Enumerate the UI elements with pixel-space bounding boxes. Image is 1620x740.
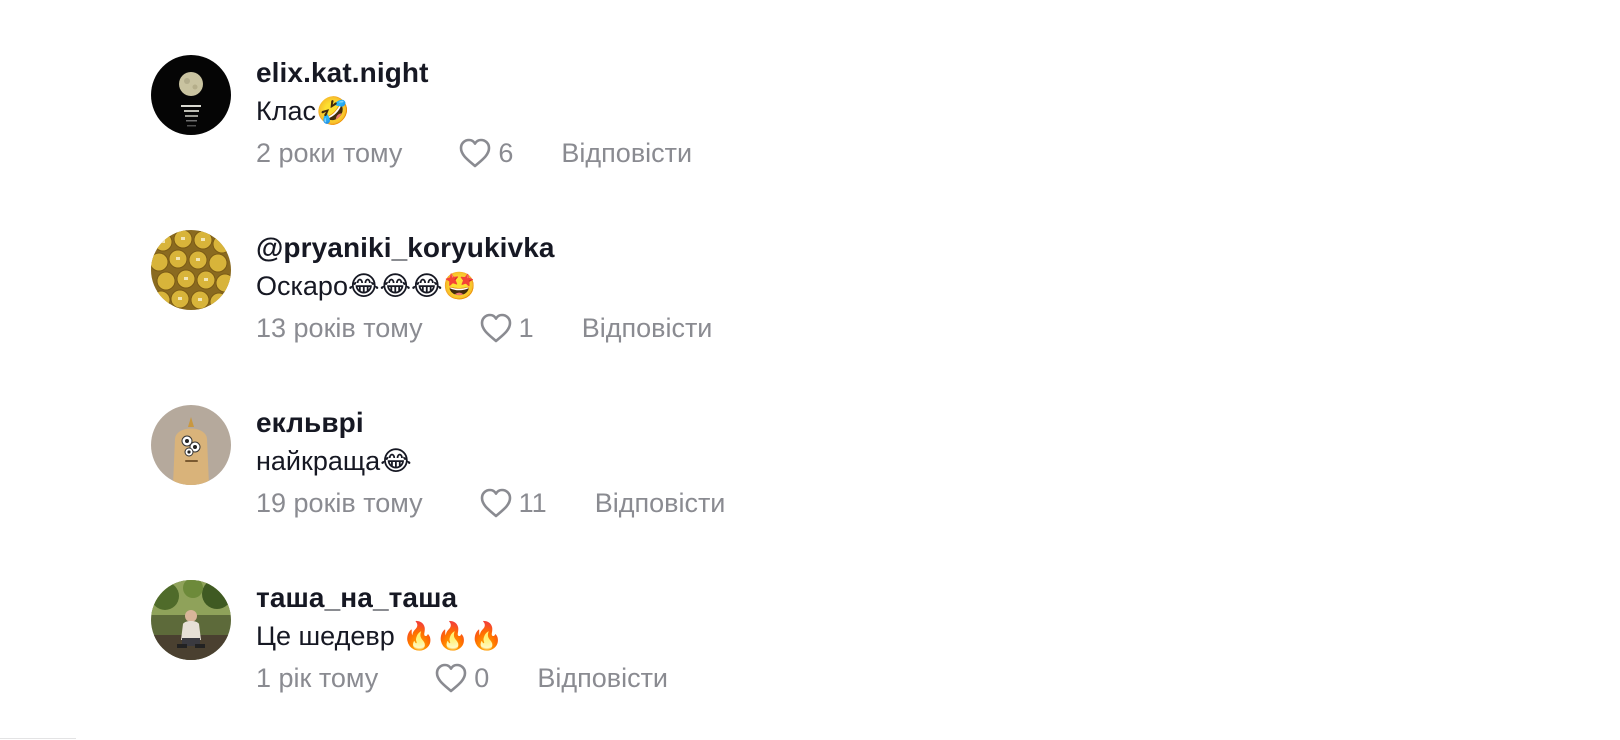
avatar[interactable]	[151, 580, 231, 660]
comment-username[interactable]: таша_на_таша	[256, 582, 668, 614]
heart-icon	[458, 137, 492, 169]
person-outdoors-avatar-icon	[151, 580, 231, 660]
comment-timestamp: 1 рік тому	[256, 663, 379, 693]
divider	[0, 738, 76, 739]
comment-text: Оскаро😂😂😂🤩	[256, 271, 477, 301]
comment-timestamp: 19 років тому	[256, 488, 423, 518]
comment-item: екльврі найкраща😂 19 років тому 11 Відпо…	[151, 405, 725, 565]
like-count: 0	[474, 663, 490, 693]
heart-icon	[434, 662, 468, 694]
avatar[interactable]	[151, 230, 231, 310]
comment-item: @pryaniki_koryukivka Оскаро😂😂😂🤩 13 років…	[151, 230, 712, 390]
like-button[interactable]: 1	[479, 312, 534, 344]
heart-icon	[479, 487, 513, 519]
reply-button[interactable]: Відповісти	[582, 312, 713, 344]
like-count: 11	[518, 488, 547, 518]
like-button[interactable]: 6	[458, 137, 513, 169]
reply-button[interactable]: Відповісти	[537, 662, 668, 694]
comment-text: найкраща😂	[256, 446, 412, 476]
comment-username[interactable]: екльврі	[256, 407, 725, 439]
comment-item: таша_на_таша Це шедевр 🔥🔥🔥 1 рік тому 0 …	[151, 580, 668, 740]
avatar[interactable]	[151, 405, 231, 485]
comments-list: elix.kat.night Клас🤣 2 роки тому 6 Відпо…	[0, 0, 1620, 740]
comment-username[interactable]: @pryaniki_koryukivka	[256, 232, 712, 264]
comment-timestamp: 2 роки тому	[256, 138, 403, 168]
avatar[interactable]	[151, 55, 231, 135]
like-button[interactable]: 11	[479, 487, 547, 519]
comment-item: elix.kat.night Клас🤣 2 роки тому 6 Відпо…	[151, 55, 692, 215]
reply-button[interactable]: Відповісти	[595, 487, 726, 519]
reply-button[interactable]: Відповісти	[561, 137, 692, 169]
gingerbread-cookies-avatar-icon	[151, 230, 231, 310]
heart-icon	[479, 312, 513, 344]
like-count: 6	[498, 138, 514, 168]
like-button[interactable]: 0	[434, 662, 489, 694]
comment-text: Це шедевр 🔥🔥🔥	[256, 621, 504, 651]
moon-over-water-avatar-icon	[151, 55, 231, 135]
comment-timestamp: 13 років тому	[256, 313, 423, 343]
cartoon-character-avatar-icon	[151, 405, 231, 485]
like-count: 1	[518, 313, 534, 343]
comment-text: Клас🤣	[256, 96, 350, 126]
comment-username[interactable]: elix.kat.night	[256, 57, 692, 89]
